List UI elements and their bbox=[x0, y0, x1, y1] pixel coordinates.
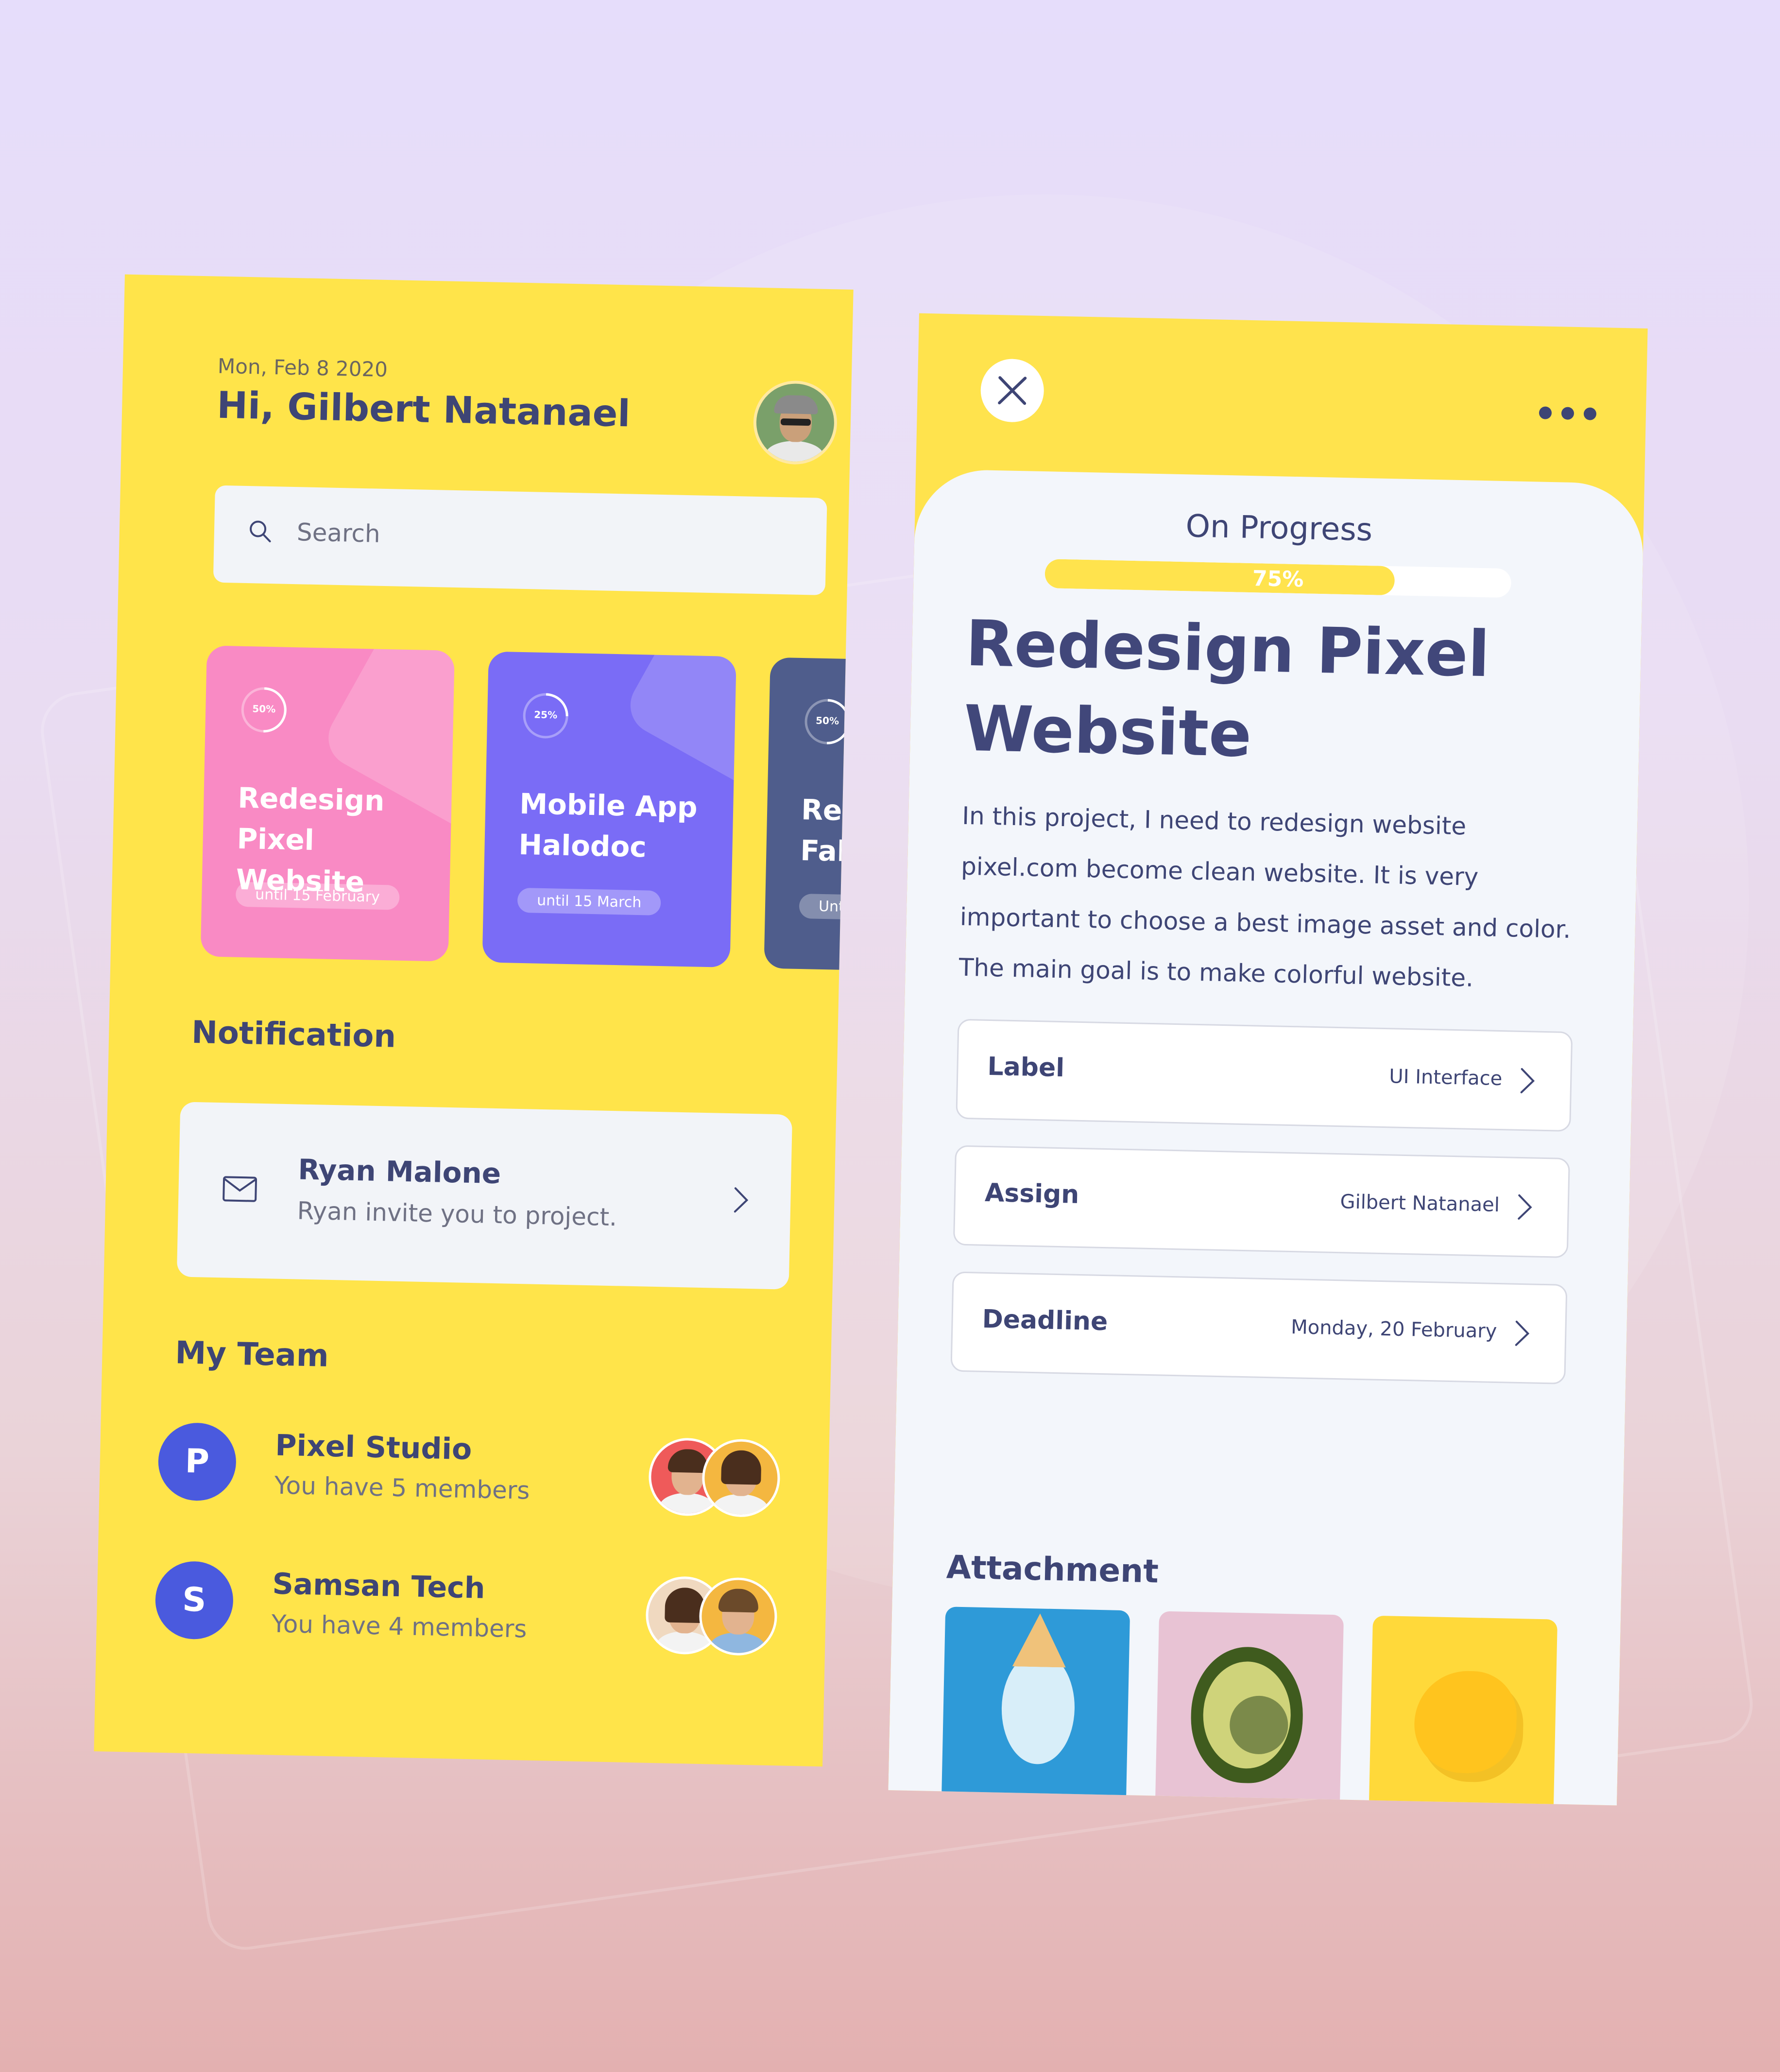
user-avatar[interactable] bbox=[753, 380, 838, 466]
notification-message: Ryan invite you to project. bbox=[297, 1196, 617, 1232]
field-value: Gilbert Natanael bbox=[1340, 1191, 1500, 1217]
member-avatar bbox=[701, 1438, 781, 1518]
chevron-right-icon bbox=[1518, 1194, 1532, 1220]
detail-sheet: On Progress 75% Redesign Pixel Website I… bbox=[888, 468, 1644, 1806]
label-field[interactable]: Label UI Interface bbox=[956, 1019, 1573, 1132]
search-icon bbox=[250, 520, 271, 542]
deadline-field[interactable]: Deadline Monday, 20 February bbox=[950, 1271, 1568, 1384]
team-row-samsan-tech[interactable]: S Samsan Tech You have 4 members bbox=[154, 1560, 797, 1662]
progress-bar: 75% bbox=[1044, 559, 1512, 598]
card-progress-label: 50% bbox=[252, 703, 276, 715]
team-name: Samsan Tech bbox=[272, 1567, 486, 1606]
search-input[interactable]: Search bbox=[213, 485, 827, 595]
team-avatar: P bbox=[157, 1422, 237, 1502]
notification-item[interactable]: Ryan Malone Ryan invite you to project. bbox=[176, 1102, 793, 1290]
card-deadline-badge: until 15 February bbox=[235, 881, 400, 910]
project-title: Redesign Pixel Website bbox=[963, 606, 1490, 772]
attachment-heading: Attachment bbox=[946, 1548, 1159, 1590]
close-button[interactable] bbox=[980, 358, 1045, 423]
home-screen: Mon, Feb 8 2020 Hi, Gilbert Natanael Sea… bbox=[94, 274, 854, 1767]
status-label: On Progress bbox=[1185, 508, 1373, 549]
project-description: In this project, I need to redesign webs… bbox=[958, 801, 1572, 992]
project-card-redesign-pixel[interactable]: 50% Redesign Pixel Website until 15 Febr… bbox=[200, 645, 455, 962]
team-name: Pixel Studio bbox=[274, 1428, 472, 1467]
project-detail-screen: On Progress 75% Redesign Pixel Website I… bbox=[888, 313, 1648, 1806]
search-placeholder: Search bbox=[296, 518, 381, 548]
field-label: Deadline bbox=[982, 1304, 1108, 1337]
my-team-heading: My Team bbox=[174, 1335, 329, 1374]
team-avatar: S bbox=[154, 1560, 234, 1640]
card-deadline-badge: Until 12 bbox=[799, 893, 854, 921]
mail-icon bbox=[222, 1176, 257, 1202]
card-progress-label: 50% bbox=[815, 714, 839, 727]
date-label: Mon, Feb 8 2020 bbox=[217, 354, 388, 381]
progress-percent: 75% bbox=[1252, 566, 1304, 592]
notification-sender: Ryan Malone bbox=[297, 1153, 501, 1191]
lemon-image[interactable] bbox=[1369, 1615, 1558, 1806]
close-icon bbox=[998, 376, 1027, 405]
notification-heading: Notification bbox=[191, 1014, 396, 1055]
card-progress-label: 25% bbox=[534, 708, 558, 721]
avocado-image[interactable] bbox=[1155, 1611, 1344, 1806]
more-options-icon[interactable] bbox=[1539, 406, 1598, 421]
chevron-right-icon bbox=[734, 1187, 749, 1213]
field-label: Label bbox=[987, 1052, 1065, 1083]
project-card-third[interactable]: 50% Redes Fabel Until 12 bbox=[764, 657, 854, 972]
field-value: Monday, 20 February bbox=[1290, 1316, 1497, 1343]
team-members-count: You have 4 members bbox=[271, 1609, 528, 1643]
team-members-count: You have 5 members bbox=[274, 1471, 531, 1505]
team-row-pixel-studio[interactable]: P Pixel Studio You have 5 members bbox=[157, 1422, 800, 1523]
card-title: Redes Fabel bbox=[800, 793, 854, 869]
greeting-heading: Hi, Gilbert Natanael bbox=[216, 383, 631, 435]
card-title: Mobile App Halodoc bbox=[518, 787, 698, 864]
project-card-mobile-app[interactable]: 25% Mobile App Halodoc until 15 March bbox=[482, 651, 736, 968]
field-value: UI Interface bbox=[1388, 1065, 1503, 1090]
card-deadline-badge: until 15 March bbox=[517, 887, 661, 916]
chevron-right-icon bbox=[1520, 1068, 1535, 1093]
pineapple-image[interactable] bbox=[941, 1606, 1130, 1805]
assign-field[interactable]: Assign Gilbert Natanael bbox=[953, 1145, 1570, 1259]
chevron-right-icon bbox=[1515, 1320, 1530, 1346]
field-label: Assign bbox=[984, 1178, 1079, 1209]
member-avatar bbox=[698, 1577, 778, 1657]
